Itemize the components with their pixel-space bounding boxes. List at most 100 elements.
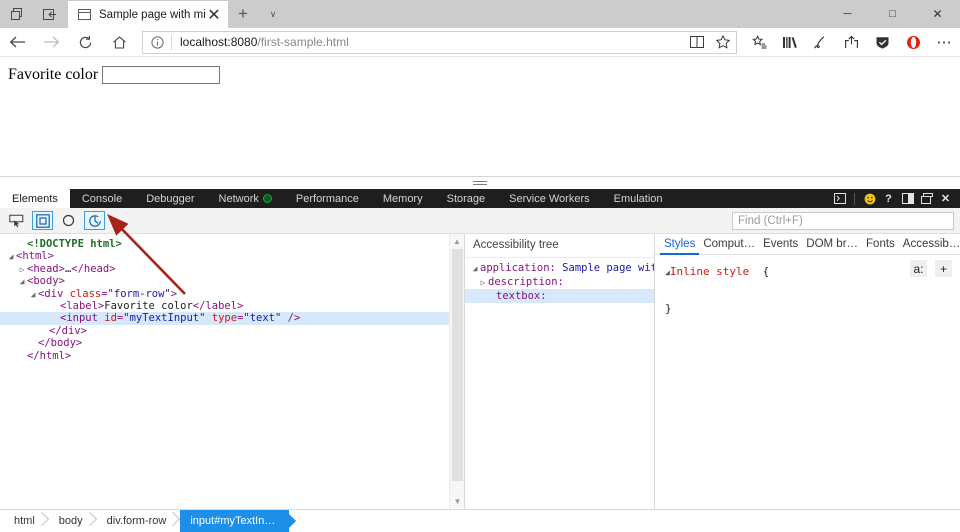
a11y-twisty-icon[interactable]: ◢ bbox=[470, 262, 480, 276]
console-drawer-icon[interactable] bbox=[831, 191, 848, 207]
styles-tab-styles[interactable]: Styles bbox=[660, 234, 699, 255]
dom-token-tag: </body> bbox=[38, 337, 83, 350]
new-tab-button[interactable]: + bbox=[228, 0, 258, 28]
rule-selector[interactable]: Inline style bbox=[670, 265, 749, 278]
reading-view-icon[interactable] bbox=[684, 32, 710, 53]
a11y-twisty-icon[interactable]: ▷ bbox=[478, 276, 488, 290]
devtools-tab-memory[interactable]: Memory bbox=[371, 189, 435, 208]
styles-tab-events[interactable]: Events bbox=[759, 234, 802, 255]
accessibility-tree-node[interactable]: ▷ description: bbox=[465, 275, 654, 289]
dom-tree-node[interactable]: <label>Favorite color</label> bbox=[0, 300, 464, 312]
inspect-element-icon[interactable] bbox=[6, 211, 27, 230]
reading-list-icon[interactable] bbox=[743, 28, 774, 56]
dom-token-attr: type bbox=[211, 312, 238, 325]
a11y-role: description: bbox=[488, 276, 564, 288]
dom-tree-node[interactable]: ▷ <head>…</head> bbox=[0, 263, 464, 275]
scroll-down-icon[interactable]: ▼ bbox=[450, 494, 464, 509]
minimize-button[interactable]: ─ bbox=[825, 0, 870, 28]
set-aside-tabs-icon[interactable] bbox=[33, 0, 66, 28]
devtools-tab-console[interactable]: Console bbox=[70, 189, 134, 208]
devtools-tab-storage[interactable]: Storage bbox=[435, 189, 498, 208]
refresh-button[interactable] bbox=[68, 28, 102, 56]
toggle-pseudo-state-button[interactable]: a: bbox=[910, 260, 927, 277]
highlight-element-icon[interactable] bbox=[32, 211, 53, 230]
devtools-tab-label: Emulation bbox=[613, 192, 663, 205]
dom-tree-node[interactable]: ◢ <html> bbox=[0, 250, 464, 262]
devtools-tab-network[interactable]: Network bbox=[207, 189, 284, 208]
devtools-tab-label: Service Workers bbox=[509, 192, 590, 205]
styles-tab-comput[interactable]: Comput… bbox=[699, 234, 759, 255]
breadcrumb-item[interactable]: body bbox=[49, 510, 97, 532]
styles-tab-dombr[interactable]: DOM br… bbox=[802, 234, 862, 255]
dom-tree-node[interactable]: ◢ <div class="form-row"> bbox=[0, 288, 464, 300]
dock-side-icon[interactable] bbox=[899, 191, 916, 207]
devtools-tab-service-workers[interactable]: Service Workers bbox=[497, 189, 601, 208]
scroll-up-icon[interactable]: ▲ bbox=[450, 234, 464, 249]
address-url[interactable]: localhost:8080/first-sample.html bbox=[172, 35, 684, 49]
feedback-smiley-icon[interactable] bbox=[861, 191, 878, 207]
scroll-thumb[interactable] bbox=[452, 249, 463, 481]
tab-list-chevron-icon[interactable]: ∨ bbox=[258, 0, 288, 28]
accessibility-tree-node[interactable]: ◢application: Sample page with mi… bbox=[465, 261, 654, 275]
settings-more-icon[interactable]: ⋯ bbox=[929, 28, 960, 56]
devtools-tab-elements[interactable]: Elements bbox=[0, 189, 70, 208]
add-rule-button[interactable]: + bbox=[935, 260, 952, 277]
help-icon[interactable]: ? bbox=[880, 191, 897, 207]
accessibility-tree-node[interactable]: textbox: bbox=[465, 289, 654, 303]
forward-button[interactable] bbox=[34, 28, 68, 56]
tab-close-icon[interactable]: ✕ bbox=[206, 7, 222, 24]
styles-tab-fonts[interactable]: Fonts bbox=[862, 234, 899, 255]
dom-token-val: "text" bbox=[243, 312, 282, 325]
devtools-tab-label: Performance bbox=[295, 192, 359, 205]
devtools-tab-performance[interactable]: Performance bbox=[284, 189, 371, 208]
favorite-star-icon[interactable] bbox=[710, 32, 736, 53]
web-notes-icon[interactable] bbox=[805, 28, 836, 56]
breadcrumb-item[interactable]: input#myTextIn… bbox=[180, 509, 290, 532]
devtools-tab-emulation[interactable]: Emulation bbox=[602, 189, 675, 208]
browser-tab[interactable]: Sample page with missi ✕ bbox=[68, 1, 228, 28]
styles-body: a: + ◢Inline style { } bbox=[655, 255, 960, 326]
dom-token-tag: <label> bbox=[60, 299, 105, 312]
dom-tree-scrollbar[interactable]: ▲ ▼ bbox=[449, 234, 464, 509]
show-rulers-icon[interactable] bbox=[58, 211, 79, 230]
devtools-tab-debugger[interactable]: Debugger bbox=[134, 189, 206, 208]
tab-previews-icon[interactable] bbox=[0, 0, 33, 28]
share-icon[interactable] bbox=[836, 28, 867, 56]
accessibility-tree[interactable]: ◢application: Sample page with mi…▷descr… bbox=[465, 258, 654, 303]
back-button[interactable] bbox=[0, 28, 34, 56]
accessibility-tree-title: Accessibility tree bbox=[465, 234, 654, 258]
site-info-icon[interactable] bbox=[143, 35, 171, 49]
find-input[interactable]: Find (Ctrl+F) bbox=[732, 211, 954, 230]
accessibility-tree-icon[interactable] bbox=[84, 211, 105, 230]
favorite-color-input[interactable] bbox=[102, 66, 221, 84]
extension-icon[interactable] bbox=[867, 28, 898, 56]
devtools-resize-handle[interactable] bbox=[0, 176, 960, 189]
library-icon[interactable] bbox=[774, 28, 805, 56]
form-row: Favorite color bbox=[0, 58, 960, 84]
close-button[interactable]: ✕ bbox=[915, 0, 960, 28]
address-bar[interactable]: localhost:8080/first-sample.html bbox=[142, 30, 737, 54]
dom-tree-node[interactable]: <input id="myTextInput" type="text" /> bbox=[0, 312, 464, 325]
address-path: /first-sample.html bbox=[257, 35, 349, 49]
breadcrumb-label: div.form-row bbox=[106, 515, 167, 527]
maximize-button[interactable]: □ bbox=[870, 0, 915, 28]
devtools-body: <!DOCTYPE html> ◢ <html> ▷ <head>…</head> ◢ <b… bbox=[0, 234, 960, 509]
breadcrumb-item[interactable]: div.form-row bbox=[97, 510, 181, 532]
dom-tree-node[interactable]: </body> bbox=[0, 337, 464, 349]
dom-tree-node[interactable]: <!DOCTYPE html> bbox=[0, 238, 464, 250]
home-button[interactable] bbox=[102, 28, 136, 56]
dom-tree-node[interactable]: </div> bbox=[0, 325, 464, 337]
style-rule-inline[interactable]: ◢Inline style { } bbox=[665, 263, 950, 318]
close-devtools-icon[interactable]: ✕ bbox=[937, 191, 954, 207]
dom-tree-node[interactable]: ◢ <body> bbox=[0, 275, 464, 287]
styles-tab-accessib[interactable]: Accessib… bbox=[899, 234, 960, 255]
dom-tree-node[interactable]: </html> bbox=[0, 350, 464, 362]
favorite-color-label: Favorite color bbox=[8, 66, 99, 83]
rule-declarations[interactable] bbox=[665, 282, 950, 300]
undock-icon[interactable] bbox=[918, 191, 935, 207]
breadcrumb-item[interactable]: html bbox=[4, 510, 49, 532]
dom-tree[interactable]: <!DOCTYPE html> ◢ <html> ▷ <head>…</head> ◢ <b… bbox=[0, 234, 464, 362]
opera-icon[interactable] bbox=[898, 28, 929, 56]
dom-token-tag: > bbox=[170, 287, 178, 300]
resize-grip-icon bbox=[473, 180, 487, 186]
